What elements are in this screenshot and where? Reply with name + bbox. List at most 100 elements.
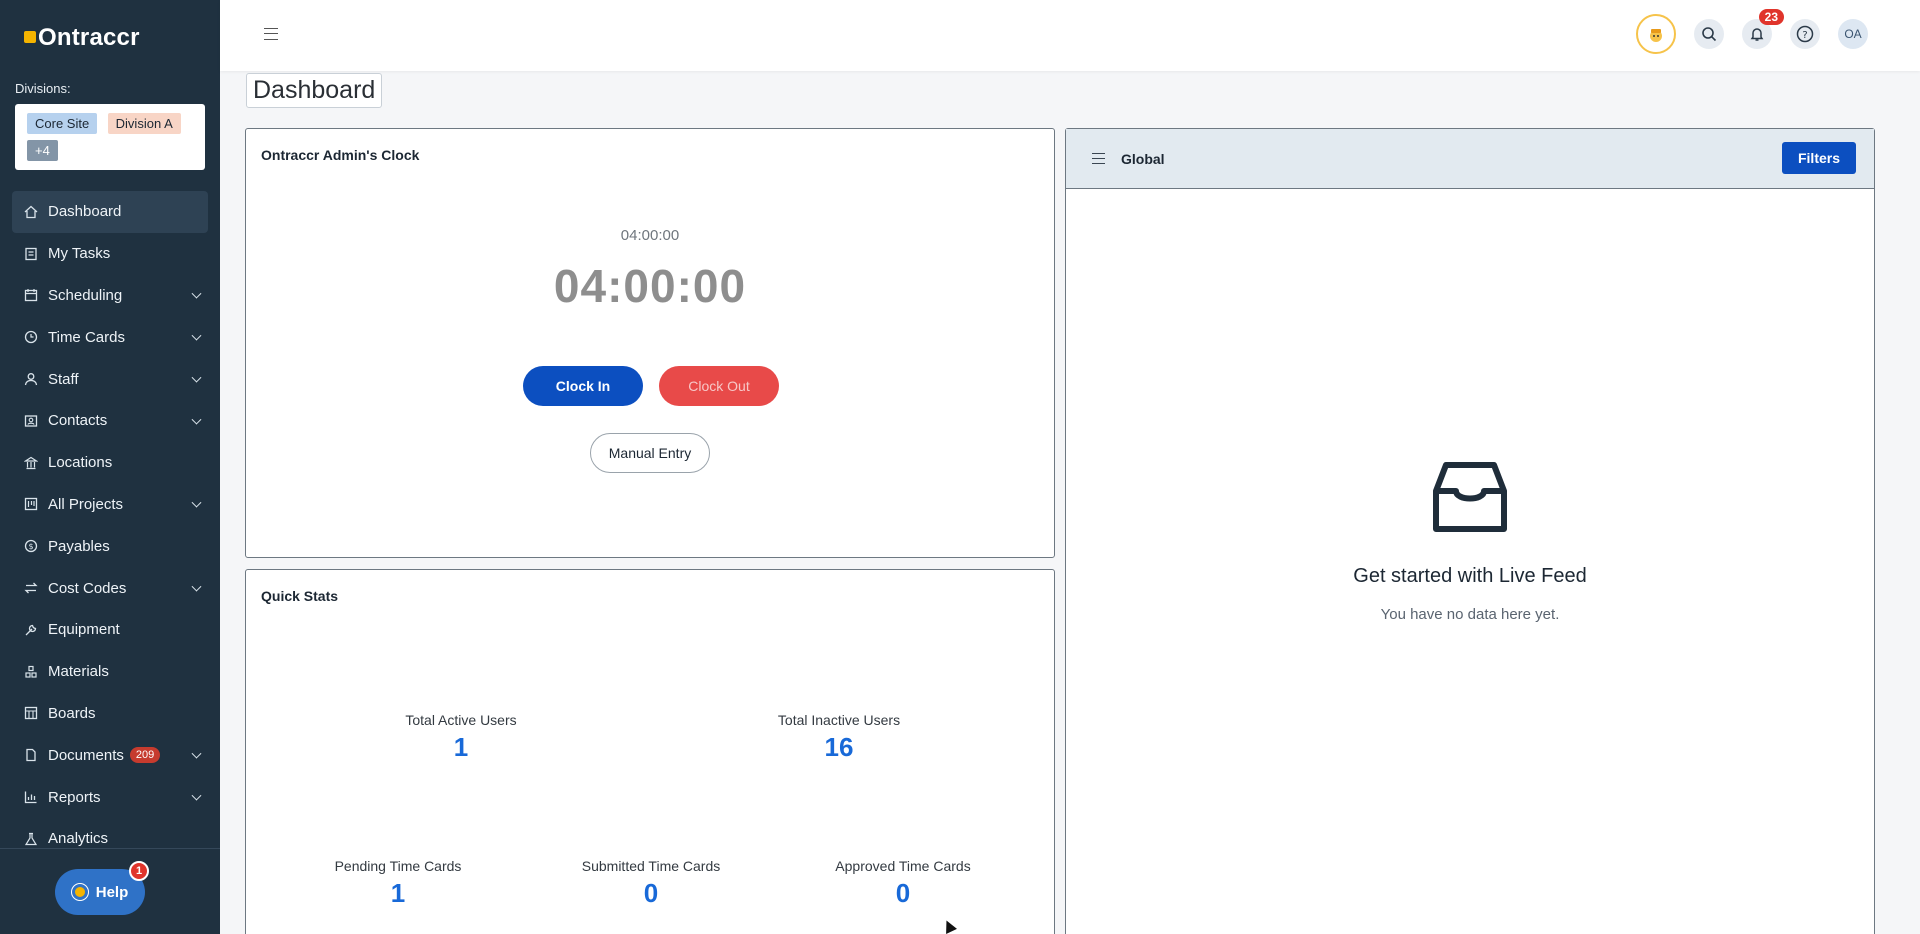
chevron-down-icon[interactable]	[191, 414, 202, 425]
division-chip-division-a[interactable]: Division A	[107, 113, 181, 134]
logo-mark-icon	[24, 31, 36, 43]
projects-icon	[24, 497, 38, 511]
chevron-down-icon[interactable]	[191, 790, 202, 801]
stat-label: Pending Time Cards	[334, 858, 462, 874]
board-icon	[24, 706, 38, 720]
sidebar-item-scheduling[interactable]: Scheduling	[12, 275, 208, 317]
chevron-down-icon[interactable]	[191, 289, 202, 300]
sidebar-item-label: Reports	[48, 788, 101, 806]
sidebar-item-my-tasks[interactable]: My Tasks	[12, 233, 208, 275]
sidebar-item-label: Scheduling	[48, 286, 123, 304]
manual-entry-button[interactable]: Manual Entry	[590, 433, 710, 473]
sidebar-item-label: Equipment	[48, 621, 120, 639]
contacts-icon	[24, 414, 38, 428]
sidebar: Ontraccr Divisions: Core Site Division A…	[0, 0, 220, 934]
sidebar-item-label: Dashboard	[48, 203, 122, 221]
clock-time-display: 04:00:00	[553, 260, 747, 312]
clock-in-button[interactable]: Clock In	[523, 366, 643, 406]
clock-icon	[24, 330, 38, 344]
sidebar-item-all-projects[interactable]: All Projects	[12, 484, 208, 526]
stat-label: Submitted Time Cards	[581, 858, 721, 874]
clock-card: Ontraccr Admin's Clock 04:00:00 04:00:00…	[245, 128, 1055, 558]
sidebar-item-reports[interactable]: Reports	[12, 776, 208, 818]
quick-stats-title: Quick Stats	[261, 588, 339, 604]
divisions-selector[interactable]: Core Site Division A +4	[15, 104, 205, 170]
quick-stats-card: Quick Stats Total Active Users 1 Total I…	[245, 569, 1055, 934]
feed-title: Global	[1121, 151, 1165, 167]
stat-label: Total Inactive Users	[777, 712, 901, 728]
sidebar-item-documents[interactable]: Documents 209	[12, 734, 208, 776]
sidebar-item-label: Materials	[48, 663, 109, 681]
help-button[interactable]: Help 1	[55, 861, 149, 915]
division-chip-core-site[interactable]: Core Site	[27, 113, 98, 134]
filters-button[interactable]: Filters	[1782, 142, 1856, 174]
sidebar-item-equipment[interactable]: Equipment	[12, 609, 208, 651]
sidebar-item-label: Boards	[48, 704, 96, 722]
stat-total-inactive-users: Total Inactive Users 16	[739, 712, 939, 763]
sidebar-item-materials[interactable]: Materials	[12, 651, 208, 693]
app-logo[interactable]: Ontraccr	[24, 24, 140, 52]
sidebar-item-label: Locations	[48, 454, 113, 472]
chart-icon	[24, 790, 38, 804]
swap-icon	[24, 581, 38, 595]
help-badge: 1	[129, 861, 149, 881]
stat-value: 0	[895, 878, 911, 908]
inbox-icon	[1433, 462, 1507, 532]
chevron-down-icon[interactable]	[191, 581, 202, 592]
live-feed-header: Global Filters	[1066, 129, 1874, 189]
empty-state-subtitle: You have no data here yet.	[1380, 606, 1560, 623]
calendar-icon	[24, 288, 38, 302]
stat-pending-time-cards: Pending Time Cards 1	[298, 858, 498, 909]
help-mascot-icon	[71, 884, 88, 900]
sidebar-item-label: All Projects	[48, 495, 124, 513]
clock-out-button[interactable]: Clock Out	[659, 366, 779, 406]
sidebar-item-staff[interactable]: Staff	[12, 358, 208, 400]
live-feed-card: Global Filters Get started with Live Fee…	[1065, 128, 1875, 934]
materials-icon	[24, 665, 38, 679]
sidebar-item-label: Cost Codes	[48, 579, 127, 597]
sidebar-item-boards[interactable]: Boards	[12, 693, 208, 735]
sidebar-item-label: Staff	[48, 370, 79, 388]
chevron-down-icon[interactable]	[191, 372, 202, 383]
sidebar-item-label: Documents	[48, 746, 124, 764]
documents-count-badge: 209	[129, 747, 161, 764]
empty-state-title: Get started with Live Feed	[1353, 565, 1587, 587]
menu-toggle-icon[interactable]	[264, 28, 278, 40]
user-avatar[interactable]: OA	[1838, 19, 1868, 49]
sidebar-item-locations[interactable]: Locations	[12, 442, 208, 484]
stat-value: 16	[824, 732, 854, 762]
assistant-mascot-icon[interactable]	[1636, 14, 1676, 54]
stat-total-active-users: Total Active Users 1	[361, 712, 561, 763]
building-icon	[24, 456, 38, 470]
top-bar: 23 ? OA	[220, 0, 1920, 71]
dollar-icon: $	[24, 539, 38, 553]
sidebar-item-label: Analytics	[48, 830, 109, 848]
sidebar-item-payables[interactable]: $ Payables	[12, 525, 208, 567]
page-title: Dashboard	[246, 73, 383, 108]
division-chip-more[interactable]: +4	[27, 140, 58, 161]
analytics-icon	[24, 832, 38, 846]
feed-menu-icon[interactable]	[1092, 153, 1105, 164]
chevron-down-icon[interactable]	[191, 748, 202, 759]
sidebar-item-time-cards[interactable]: Time Cards	[12, 316, 208, 358]
sidebar-item-cost-codes[interactable]: Cost Codes	[12, 567, 208, 609]
sidebar-item-label: My Tasks	[48, 245, 111, 263]
clock-time-small: 04:00:00	[620, 227, 680, 244]
notifications-badge: 23	[1758, 9, 1784, 25]
stat-value: 1	[453, 732, 469, 762]
bell-icon[interactable]: 23	[1742, 9, 1784, 49]
help-circle-icon[interactable]: ?	[1790, 19, 1820, 49]
chevron-down-icon[interactable]	[191, 330, 202, 341]
sidebar-item-contacts[interactable]: Contacts	[12, 400, 208, 442]
svg-text:?: ?	[1802, 30, 1807, 41]
tool-icon	[24, 623, 38, 637]
stat-approved-time-cards: Approved Time Cards 0	[803, 858, 1003, 909]
home-icon	[24, 205, 38, 219]
svg-text:$: $	[28, 542, 33, 551]
sidebar-item-label: Payables	[48, 537, 110, 555]
sidebar-item-dashboard[interactable]: Dashboard	[12, 191, 208, 233]
search-icon[interactable]	[1694, 19, 1724, 49]
chevron-down-icon[interactable]	[191, 498, 202, 509]
user-icon	[24, 372, 38, 386]
stat-label: Total Active Users	[405, 712, 517, 728]
